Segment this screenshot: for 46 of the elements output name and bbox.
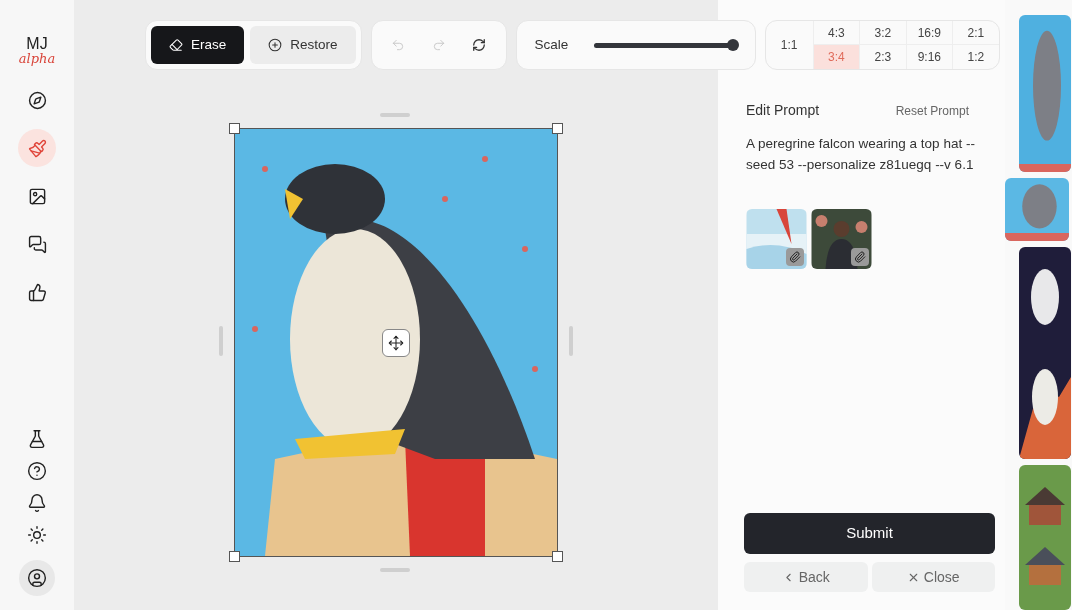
image-icon <box>27 186 47 206</box>
thumbnail[interactable] <box>1019 247 1071 459</box>
flask-icon <box>27 429 47 449</box>
nav-button[interactable] <box>19 560 55 596</box>
resize-handle[interactable] <box>229 551 240 562</box>
aspect-ratio-option[interactable]: 2:1 <box>952 21 999 45</box>
scale-label: Scale <box>534 35 569 54</box>
submit-button[interactable]: Submit <box>744 513 995 554</box>
aspect-ratio-option[interactable]: 1:2 <box>952 45 999 69</box>
logo-subtitle: alpha <box>18 52 56 65</box>
logo-title: MJ <box>26 36 48 52</box>
aspect-ratio-option[interactable]: 2:3 <box>859 45 906 69</box>
reset-prompt-link[interactable]: Reset Prompt <box>895 102 969 120</box>
slider-thumb[interactable] <box>726 39 739 51</box>
paperclip-icon <box>851 248 869 266</box>
paintbrush-icon <box>27 138 47 158</box>
back-button[interactable]: Back <box>744 562 868 592</box>
help-icon <box>27 461 47 481</box>
prompt-field[interactable]: A peregrine falcon wearing a top hat --seed 53 --personalize z81uegq --v 6.1 <box>746 133 996 189</box>
user-icon <box>27 568 47 588</box>
reference-image[interactable] <box>746 209 807 269</box>
chat-icon <box>27 234 47 254</box>
eraser-icon <box>169 38 183 52</box>
reference-image[interactable] <box>811 209 872 269</box>
bell-icon <box>27 493 47 513</box>
move-handle[interactable] <box>382 329 410 357</box>
thumbnail[interactable] <box>1019 465 1071 610</box>
aspect-ratio-option[interactable]: 3:2 <box>859 21 906 45</box>
aspect-ratio-option[interactable]: 16:9 <box>905 21 953 45</box>
move-icon <box>388 335 404 351</box>
plus-circle-icon <box>268 38 283 52</box>
aspect-ratio-option[interactable]: 9:16 <box>905 45 953 69</box>
mode-button[interactable]: Restore <box>250 26 356 64</box>
resize-handle[interactable] <box>552 551 563 562</box>
aspect-ratio-option[interactable]: 1:1 <box>765 21 813 69</box>
mode-button[interactable]: Erase <box>151 26 245 64</box>
resize-handle[interactable] <box>552 123 563 134</box>
thumbnail[interactable] <box>1005 178 1069 241</box>
close-button[interactable]: Close <box>871 562 995 592</box>
thumbnail[interactable] <box>1019 15 1071 172</box>
compass-icon <box>27 90 47 110</box>
thumbs-up-icon <box>27 282 47 302</box>
resize-handle[interactable] <box>229 123 240 134</box>
paperclip-icon <box>786 248 804 266</box>
panel-title: Edit Prompt <box>746 101 820 120</box>
sun-icon <box>27 525 47 545</box>
